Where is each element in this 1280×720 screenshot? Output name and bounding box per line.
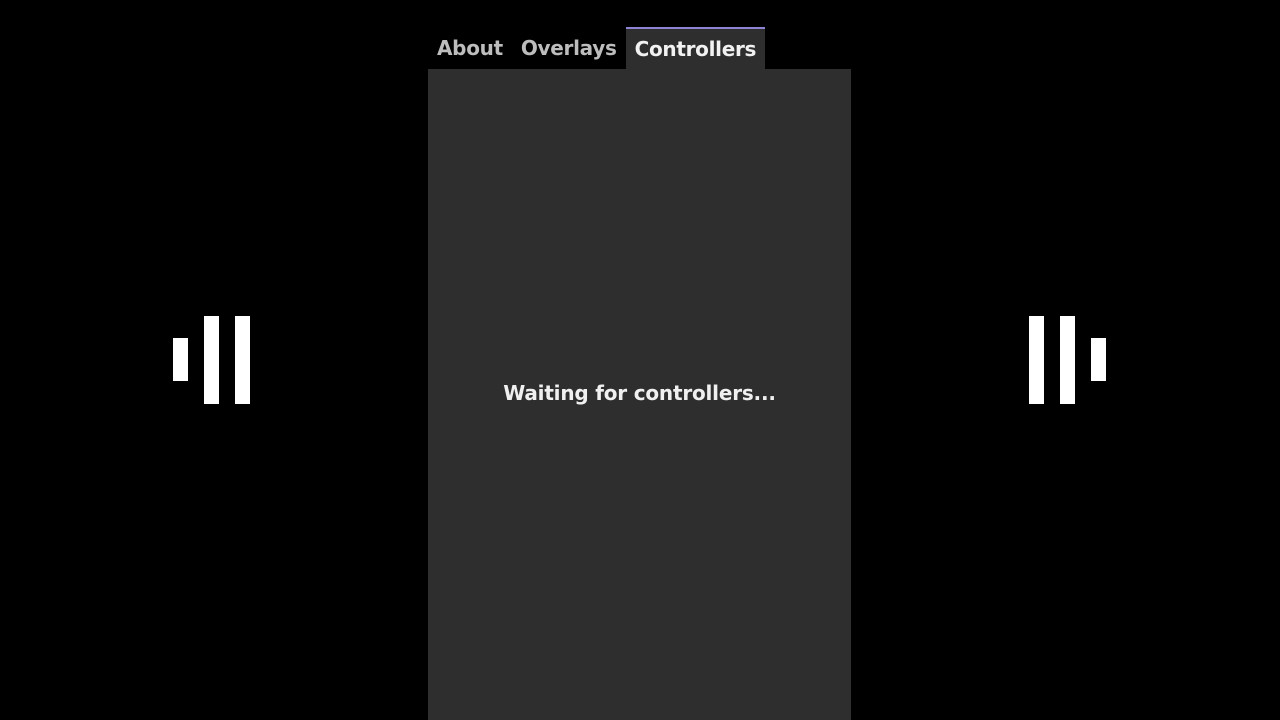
controllers-panel: Waiting for controllers... xyxy=(428,69,851,720)
waiting-message: Waiting for controllers... xyxy=(503,381,776,405)
right-audio-level-bars-icon xyxy=(1028,316,1108,406)
left-bar-tall-2 xyxy=(235,316,250,404)
screen: About Overlays Controllers Waiting for c… xyxy=(0,0,1280,720)
right-bar-short xyxy=(1091,338,1106,381)
tab-controllers[interactable]: Controllers xyxy=(625,27,766,69)
left-bar-tall-1 xyxy=(204,316,219,404)
tab-overlays[interactable]: Overlays xyxy=(512,27,626,69)
tab-about[interactable]: About xyxy=(428,27,512,69)
right-bar-tall-2 xyxy=(1060,316,1075,404)
left-bar-short xyxy=(173,338,188,381)
left-audio-level-bars-icon xyxy=(172,316,252,406)
tab-bar: About Overlays Controllers xyxy=(428,27,766,69)
right-bar-tall-1 xyxy=(1029,316,1044,404)
